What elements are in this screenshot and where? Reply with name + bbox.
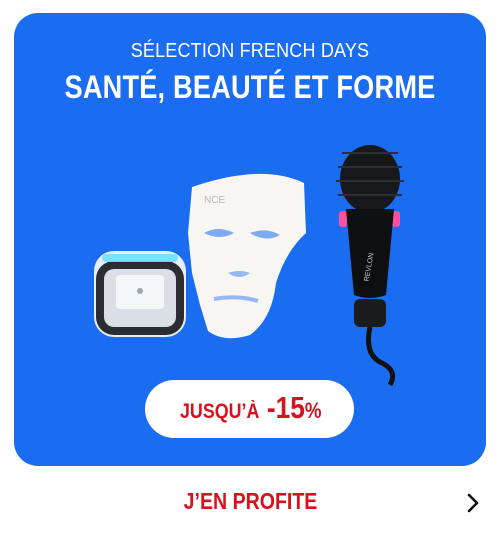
led-mask-icon: NCE — [188, 173, 306, 339]
banner-kicker: SÉLECTION FRENCH DAYS — [130, 40, 370, 62]
discount-unit: % — [304, 398, 322, 423]
mask-brand-text: NCE — [204, 195, 225, 206]
discount-badge: JUSQU’À -15% — [145, 380, 354, 438]
chevron-right-icon — [467, 493, 479, 513]
banner-title: SANTÉ, BEAUTÉ ET FORME — [64, 69, 436, 105]
cta-link[interactable]: J’EN PROFITE — [0, 476, 501, 528]
discount-prefix: JUSQU’À — [179, 400, 259, 423]
promo-banner[interactable]: SÉLECTION FRENCH DAYS SANTÉ, BEAUTÉ ET F… — [14, 13, 486, 466]
hair-brush-icon: REVLON — [336, 145, 404, 387]
discount-number: -15 — [266, 390, 305, 425]
cta-label: J’EN PROFITE — [183, 488, 318, 514]
discount-value: -15% — [267, 390, 322, 426]
product-illustration: NCE REVLON — [94, 145, 404, 387]
facial-device-icon — [94, 251, 186, 337]
